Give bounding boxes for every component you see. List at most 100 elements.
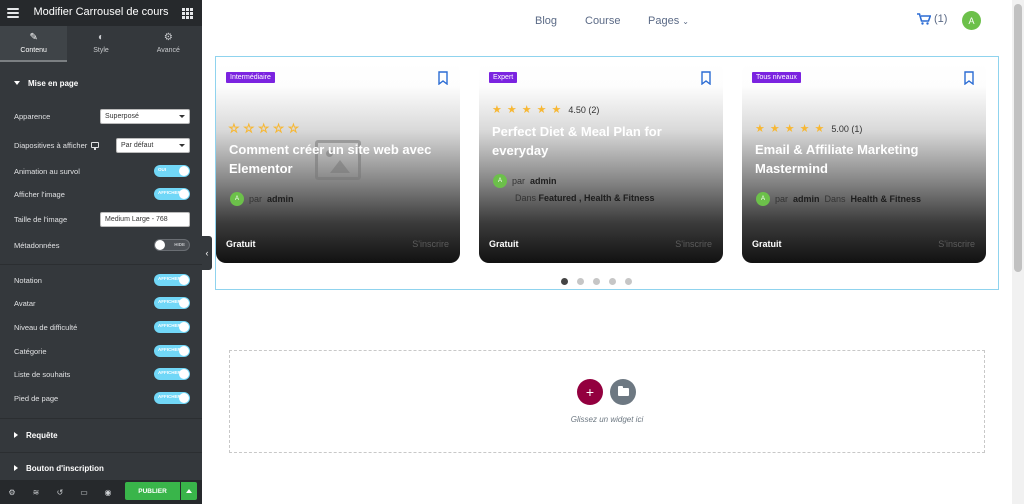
- rating-stars: ★ ★ ★ ★ ★ 5.00 (1): [755, 122, 862, 135]
- star-full-icon: ★: [799, 123, 810, 135]
- pagination-dot[interactable]: [625, 278, 632, 285]
- bookmark-icon[interactable]: [701, 71, 711, 85]
- panel-title: Modifier Carrousel de cours: [33, 6, 169, 18]
- footer-toggle[interactable]: AFFICHER: [154, 392, 190, 404]
- section-layout-header[interactable]: Mise en page: [0, 70, 202, 96]
- category-toggle[interactable]: AFFICHER: [154, 345, 190, 357]
- apparence-select[interactable]: Superposé: [100, 108, 190, 124]
- metadata-toggle[interactable]: HIDE: [154, 239, 190, 251]
- author-name[interactable]: admin: [267, 194, 294, 204]
- course-title[interactable]: Comment créer un site web avec Elementor: [229, 140, 448, 178]
- avatar-toggle[interactable]: AFFICHER: [154, 297, 190, 309]
- course-price: Gratuit: [226, 239, 256, 249]
- category-names[interactable]: Health & Fitness: [851, 194, 922, 204]
- control-image-size: Taille de l'image Medium Large - 768: [14, 210, 190, 228]
- course-price: Gratuit: [489, 239, 519, 249]
- author-avatar: A: [230, 192, 244, 206]
- rating-toggle[interactable]: AFFICHER: [154, 274, 190, 286]
- star-full-icon: ★: [769, 123, 780, 135]
- control-label: Pied de page: [14, 393, 59, 403]
- course-title[interactable]: Perfect Diet & Meal Plan for everyday: [492, 122, 711, 160]
- control-label: Notation: [14, 275, 42, 285]
- show-image-toggle[interactable]: AFFICHER: [154, 188, 190, 200]
- enroll-link[interactable]: S'inscrire: [412, 239, 449, 249]
- tab-content[interactable]: ✎ Contenu: [0, 26, 68, 62]
- settings-icon[interactable]: ⚙: [0, 488, 24, 497]
- user-avatar[interactable]: A: [962, 11, 981, 30]
- course-author: A par admin: [493, 174, 557, 188]
- control-label-wrap: Diapositives à afficher: [14, 140, 100, 150]
- widgets-grid-icon[interactable]: [182, 8, 193, 19]
- toggle-state: HIDE: [174, 242, 185, 247]
- responsive-icon[interactable]: ▭: [72, 488, 96, 497]
- toggle-state: AFFICHER: [158, 299, 181, 304]
- bookmark-icon[interactable]: [964, 71, 974, 85]
- bookmark-icon[interactable]: [438, 71, 448, 85]
- course-categories: Dans Featured , Health & Fitness: [515, 193, 655, 203]
- cart-button[interactable]: (1): [917, 13, 947, 25]
- toggle-knob: [179, 322, 189, 332]
- control-label: Apparence: [14, 111, 51, 121]
- divider: [0, 452, 202, 453]
- section-enroll-header[interactable]: Bouton d'inscription: [0, 455, 202, 481]
- layers-icon[interactable]: ≋: [24, 488, 48, 497]
- widget-dropzone[interactable]: [229, 350, 985, 453]
- cart-icon: [917, 13, 931, 25]
- pagination-dot[interactable]: [577, 278, 584, 285]
- toggle-knob: [179, 369, 189, 379]
- control-label: Diapositives à afficher: [14, 140, 88, 150]
- control-rating: Notation AFFICHER: [14, 271, 190, 289]
- wishlist-toggle[interactable]: AFFICHER: [154, 368, 190, 380]
- template-library-button[interactable]: [610, 379, 636, 405]
- slides-select[interactable]: Par défaut: [116, 137, 190, 153]
- course-card[interactable]: Tous niveaux ★ ★ ★ ★ ★ 5.00 (1) Email & …: [742, 62, 986, 263]
- control-difficulty: Niveau de difficulté AFFICHER: [14, 318, 190, 336]
- toggle-state: AFFICHER: [158, 190, 181, 195]
- control-metadata: Métadonnées HIDE: [14, 236, 190, 254]
- control-label: Catégorie: [14, 346, 47, 356]
- image-size-select[interactable]: Medium Large - 768: [100, 211, 190, 227]
- nav-link-course[interactable]: Course: [585, 15, 620, 27]
- difficulty-toggle[interactable]: AFFICHER: [154, 321, 190, 333]
- add-section-button[interactable]: +: [577, 379, 603, 405]
- publish-button[interactable]: PUBLIER: [125, 482, 180, 500]
- control-footer: Pied de page AFFICHER: [14, 389, 190, 407]
- pagination-dot[interactable]: [593, 278, 600, 285]
- divider: [0, 264, 202, 265]
- star-empty-icon: ★: [243, 123, 254, 136]
- pagination-dot[interactable]: [561, 278, 568, 285]
- rating-value: 5.00 (1): [831, 123, 863, 134]
- author-prefix: par: [249, 194, 263, 204]
- control-label: Liste de souhaits: [14, 369, 71, 379]
- course-price: Gratuit: [752, 239, 782, 249]
- scrollbar-thumb[interactable]: [1014, 4, 1022, 272]
- course-card[interactable]: Expert ★ ★ ★ ★ ★ 4.50 (2) Perfect Diet &…: [479, 62, 723, 263]
- hover-animation-toggle[interactable]: OUI: [154, 165, 190, 177]
- pagination-dot[interactable]: [609, 278, 616, 285]
- history-icon[interactable]: ↺: [48, 488, 72, 497]
- toggle-knob: [179, 346, 189, 356]
- section-query-header[interactable]: Requête: [0, 422, 202, 448]
- preview-eye-icon[interactable]: ◉: [96, 488, 120, 497]
- category-names[interactable]: Featured , Health & Fitness: [539, 193, 655, 203]
- collapse-panel-chevron-icon[interactable]: ‹: [202, 236, 212, 270]
- desktop-icon[interactable]: [91, 142, 100, 150]
- author-name[interactable]: admin: [793, 194, 820, 204]
- publish-options-button[interactable]: [181, 482, 197, 500]
- control-label: Animation au survol: [14, 166, 80, 176]
- category-prefix: Dans: [824, 194, 846, 204]
- tab-advanced[interactable]: ⚙ Avancé: [135, 26, 202, 62]
- nav-link-pages[interactable]: Pages ⌄: [648, 15, 689, 27]
- course-title[interactable]: Email & Affiliate Marketing Mastermind: [755, 140, 974, 178]
- star-full-icon: ★: [536, 104, 547, 116]
- author-name[interactable]: admin: [530, 176, 557, 186]
- enroll-link[interactable]: S'inscrire: [675, 239, 712, 249]
- select-value: Par défaut: [121, 141, 154, 149]
- section-layout-title: Mise en page: [28, 78, 79, 88]
- nav-link-blog[interactable]: Blog: [535, 15, 557, 27]
- toggle-knob: [179, 298, 189, 308]
- level-badge: Expert: [489, 72, 518, 83]
- enroll-link[interactable]: S'inscrire: [938, 239, 975, 249]
- tab-style[interactable]: ◐ Style: [67, 26, 134, 62]
- course-card[interactable]: Intermédiaire ★ ★ ★ ★ ★ Comment créer un…: [216, 62, 460, 263]
